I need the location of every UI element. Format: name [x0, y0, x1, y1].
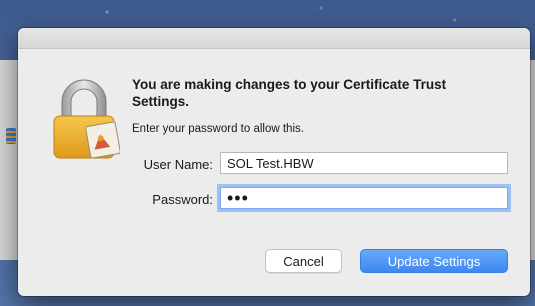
- dialog-subtext: Enter your password to allow this.: [132, 123, 304, 135]
- dialog-heading: You are making changes to your Certifica…: [132, 77, 447, 109]
- padlock-icon: [53, 79, 120, 159]
- authentication-dialog: You are making changes to your Certifica…: [18, 28, 530, 296]
- password-input[interactable]: [220, 187, 508, 209]
- background-app-icon: [6, 128, 16, 144]
- username-input[interactable]: [220, 152, 508, 174]
- password-label: Password:: [152, 192, 213, 207]
- update-settings-button[interactable]: Update Settings: [360, 249, 508, 273]
- dialog-title-bar: [18, 28, 530, 49]
- username-label: User Name:: [143, 157, 213, 172]
- cancel-button[interactable]: Cancel: [265, 249, 342, 273]
